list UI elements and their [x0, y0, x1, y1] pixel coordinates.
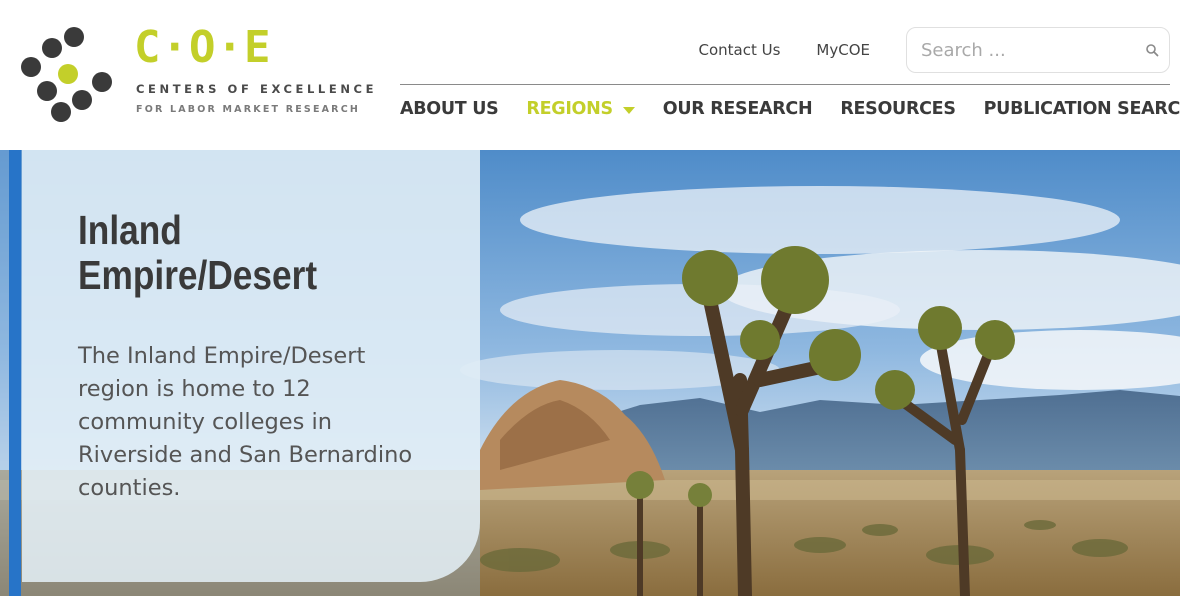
site-header: C·O·E CENTERS OF EXCELLENCE FOR LABOR MA… — [0, 0, 1180, 150]
nav-item-publication-search[interactable]: PUBLICATION SEARCH — [984, 99, 1180, 119]
main-nav: ABOUT US REGIONS OUR RESEARCH RESOURCES … — [400, 95, 1180, 123]
search-input[interactable] — [919, 38, 1145, 62]
dots-logo-icon — [21, 27, 112, 122]
logo-wordmark: C·O·E — [134, 22, 272, 73]
region-description: The Inland Empire/Desert region is home … — [78, 343, 413, 501]
page: C·O·E CENTERS OF EXCELLENCE FOR LABOR MA… — [0, 0, 1180, 596]
nav-item-label: REGIONS — [526, 99, 613, 119]
nav-item-label: OUR RESEARCH — [662, 99, 813, 119]
nav-item-about-us[interactable]: ABOUT US — [400, 99, 499, 119]
caret-down-icon — [622, 106, 635, 114]
nav-item-our-research[interactable]: OUR RESEARCH — [663, 99, 813, 119]
nav-divider — [400, 84, 1170, 85]
utility-bar: Contact Us MyCOE — [699, 26, 1170, 74]
coe-logo[interactable]: C·O·E CENTERS OF EXCELLENCE FOR LABOR MA… — [18, 22, 388, 132]
hero-accent-bar — [9, 150, 21, 596]
mycoe-link[interactable]: MyCOE — [816, 41, 870, 59]
region-info-card: Inland Empire/Desert The Inland Empire/D… — [22, 150, 480, 582]
search-box[interactable] — [906, 27, 1170, 73]
nav-item-label: ABOUT US — [400, 99, 499, 119]
search-icon[interactable] — [1145, 43, 1159, 57]
nav-item-label: RESOURCES — [840, 99, 956, 119]
nav-item-resources[interactable]: RESOURCES — [840, 99, 956, 119]
region-title: Inland Empire/Desert — [78, 207, 318, 298]
hero-banner: Inland Empire/Desert The Inland Empire/D… — [0, 150, 1180, 596]
logo-tagline-2: FOR LABOR MARKET RESEARCH — [136, 104, 361, 115]
logo-tagline-1: CENTERS OF EXCELLENCE — [136, 82, 378, 96]
contact-us-link[interactable]: Contact Us — [699, 41, 781, 59]
nav-item-regions[interactable]: REGIONS — [526, 99, 635, 119]
nav-item-label: PUBLICATION SEARCH — [983, 99, 1180, 119]
